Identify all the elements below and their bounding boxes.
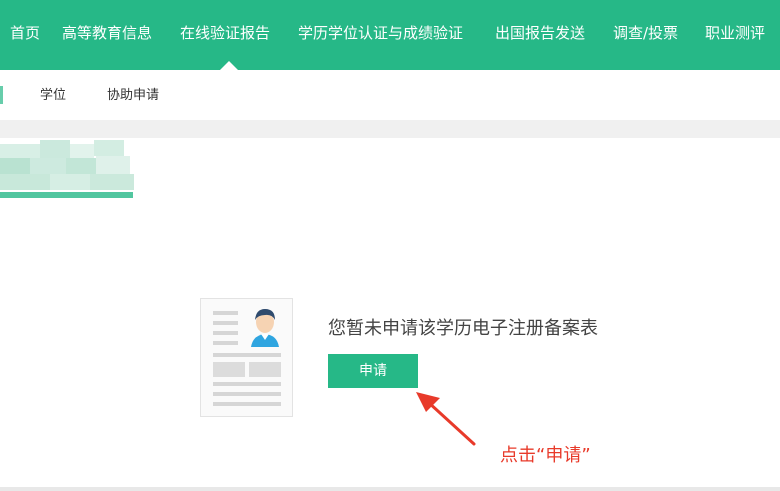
document-illustration [200,298,293,417]
subnav-item-assisted-application[interactable]: 协助申请 [107,87,159,105]
nav-item-higher-education-info[interactable]: 高等教育信息 [62,22,152,44]
annotation-text: 点击“申请” [500,445,591,466]
content-bottom-edge [0,487,780,491]
nav-item-online-verification-report[interactable]: 在线验证报告 [180,22,270,44]
sub-nav-bar: 学位 协助申请 [0,70,780,120]
nav-item-survey-vote[interactable]: 调查/投票 [613,22,678,44]
blurred-redacted-title [0,138,138,198]
blurred-underline [0,192,133,198]
cut-off-subnav-item[interactable] [0,86,3,104]
apply-button[interactable]: 申请 [328,354,418,388]
nav-item-career-assessment[interactable]: 职业测评 [705,22,765,44]
top-nav-bar: 首页 高等教育信息 在线验证报告 学历学位认证与成绩验证 出国报告发送 调查/投… [0,0,780,70]
nav-item-home[interactable]: 首页 [10,22,40,44]
avatar-icon [251,309,279,347]
subnav-item-degree[interactable]: 学位 [40,87,66,105]
nav-item-degree-certification[interactable]: 学历学位认证与成绩验证 [298,22,463,44]
active-nav-caret [220,61,238,70]
nav-item-overseas-report[interactable]: 出国报告发送 [495,22,585,44]
empty-state-message: 您暂未申请该学历电子注册备案表 [328,318,598,339]
